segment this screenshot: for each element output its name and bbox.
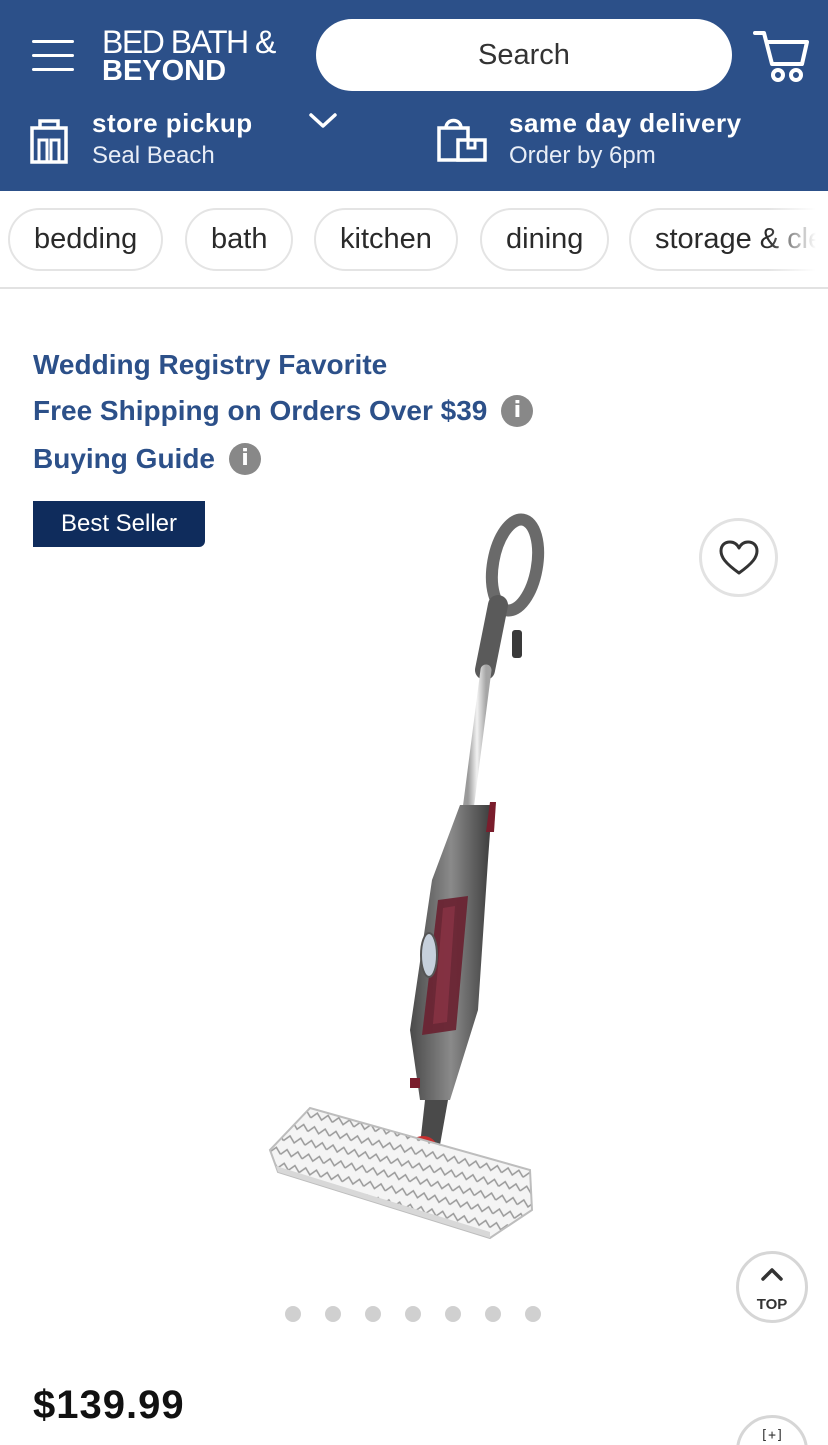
back-to-top-label: TOP [756, 1296, 788, 1313]
steam-mop-image[interactable] [260, 510, 560, 1250]
carousel-dot[interactable] [285, 1306, 301, 1322]
category-pill-storage[interactable]: storage & cle [629, 208, 828, 271]
site-header: BED BATH & BEYOND Search store pickup Se… [0, 0, 828, 191]
logo-line-1: BED BATH & [102, 24, 276, 60]
hamburger-menu-icon[interactable] [30, 36, 76, 76]
expand-label: [+] [760, 1428, 784, 1443]
store-pickup-location: Seal Beach [92, 142, 215, 169]
category-pill-bedding[interactable]: bedding [8, 208, 164, 271]
logo-line-2: BEYOND [102, 55, 227, 87]
store-pickup-title: store pickup [92, 108, 253, 138]
carousel-dot[interactable] [325, 1306, 341, 1322]
carousel-dot[interactable] [405, 1306, 421, 1322]
promo-shipping: Free Shipping on Orders Over $39 i [33, 395, 534, 427]
shipping-info-icon[interactable]: i [501, 395, 534, 427]
back-to-top-button[interactable]: TOP [736, 1251, 808, 1323]
buying-guide-text: Buying Guide [33, 443, 215, 474]
badge-label: Best Seller [60, 510, 178, 537]
image-carousel-dots [285, 1306, 555, 1324]
carousel-dot[interactable] [445, 1306, 461, 1322]
chevron-down-icon [308, 110, 338, 137]
favorite-heart-icon[interactable] [699, 518, 778, 597]
chevron-up-icon [761, 1268, 783, 1281]
category-pill-kitchen[interactable]: kitchen [314, 208, 458, 271]
delivery-title: same day delivery [509, 108, 742, 138]
search-placeholder: Search [478, 38, 570, 71]
delivery-cutoff: Order by 6pm [509, 142, 656, 169]
category-nav: bedding bath kitchen dining storage & cl… [0, 191, 828, 289]
buying-guide-info-icon[interactable]: i [229, 443, 261, 475]
product-price: $139.99 [33, 1383, 185, 1427]
carousel-dot[interactable] [485, 1306, 501, 1322]
category-pill-bath[interactable]: bath [185, 208, 294, 271]
brand-logo[interactable]: BED BATH & BEYOND [102, 26, 287, 88]
expand-button[interactable]: [+] [736, 1415, 808, 1445]
delivery-bag-icon [436, 114, 488, 169]
same-day-delivery[interactable]: same day delivery Order by 6pm [434, 104, 814, 174]
promo-shipping-text: Free Shipping on Orders Over $39 [33, 395, 488, 426]
best-seller-badge: Best Seller [33, 501, 205, 547]
category-pill-dining[interactable]: dining [480, 208, 610, 271]
search-input[interactable]: Search [316, 19, 732, 91]
cart-icon[interactable] [752, 28, 810, 84]
store-building-icon [28, 116, 70, 169]
carousel-dot[interactable] [365, 1306, 381, 1322]
promo-registry-text: Wedding Registry Favorite [33, 349, 388, 380]
store-pickup-selector[interactable]: store pickup Seal Beach [24, 104, 404, 174]
carousel-dot[interactable] [525, 1306, 541, 1322]
promo-buying-guide[interactable]: Buying Guide i [33, 443, 261, 475]
promo-registry[interactable]: Wedding Registry Favorite [33, 349, 387, 381]
